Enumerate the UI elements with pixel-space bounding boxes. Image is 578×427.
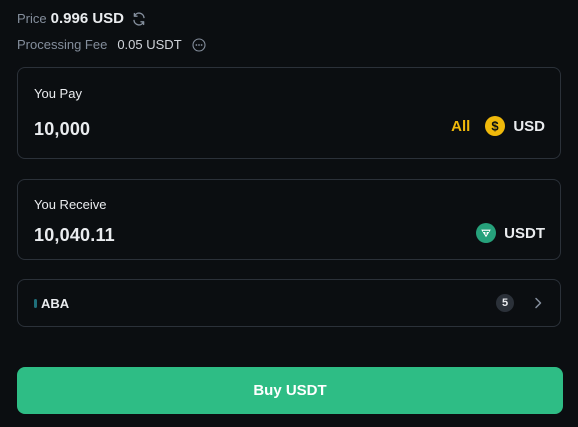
chevron-right-icon[interactable] xyxy=(531,296,545,310)
all-button[interactable]: All xyxy=(451,118,470,135)
you-receive-card: You Receive 10,040.11 USDT xyxy=(17,179,561,260)
processing-fee-label: Processing Fee xyxy=(17,37,108,52)
pay-currency-selector[interactable]: All $ USD xyxy=(451,116,545,136)
buy-crypto-panel: Price 0.996 USD Processing Fee 0.05 USDT… xyxy=(0,0,578,427)
price-label: Price xyxy=(17,11,47,26)
receive-currency-selector[interactable]: USDT xyxy=(476,223,545,243)
more-icon[interactable] xyxy=(192,37,206,52)
payment-method-indicator xyxy=(34,299,37,308)
usdt-tether-icon xyxy=(476,223,497,243)
pay-currency-code: USD xyxy=(513,117,545,135)
you-receive-label: You Receive xyxy=(34,197,107,212)
pay-amount-input[interactable]: 10,000 xyxy=(34,119,90,140)
processing-fee-row: Processing Fee 0.05 USDT xyxy=(17,37,206,52)
you-pay-label: You Pay xyxy=(34,86,82,101)
price-row: Price 0.996 USD xyxy=(17,10,147,27)
payment-method-selector[interactable]: ABA 5 xyxy=(17,279,561,327)
receive-currency-code: USDT xyxy=(504,224,545,242)
processing-fee-value: 0.05 USDT xyxy=(117,37,182,52)
you-pay-card: You Pay 10,000 All $ USD xyxy=(17,67,561,159)
buy-usdt-button[interactable]: Buy USDT xyxy=(17,367,563,414)
payment-method-name: ABA xyxy=(41,296,70,311)
receive-amount: 10,040.11 xyxy=(34,225,115,245)
price-value: 0.996 USD xyxy=(50,10,124,27)
svg-text:$: $ xyxy=(492,119,500,134)
payment-method-count-badge: 5 xyxy=(496,294,514,312)
refresh-icon[interactable] xyxy=(131,11,147,27)
usd-coin-icon: $ xyxy=(485,116,506,136)
